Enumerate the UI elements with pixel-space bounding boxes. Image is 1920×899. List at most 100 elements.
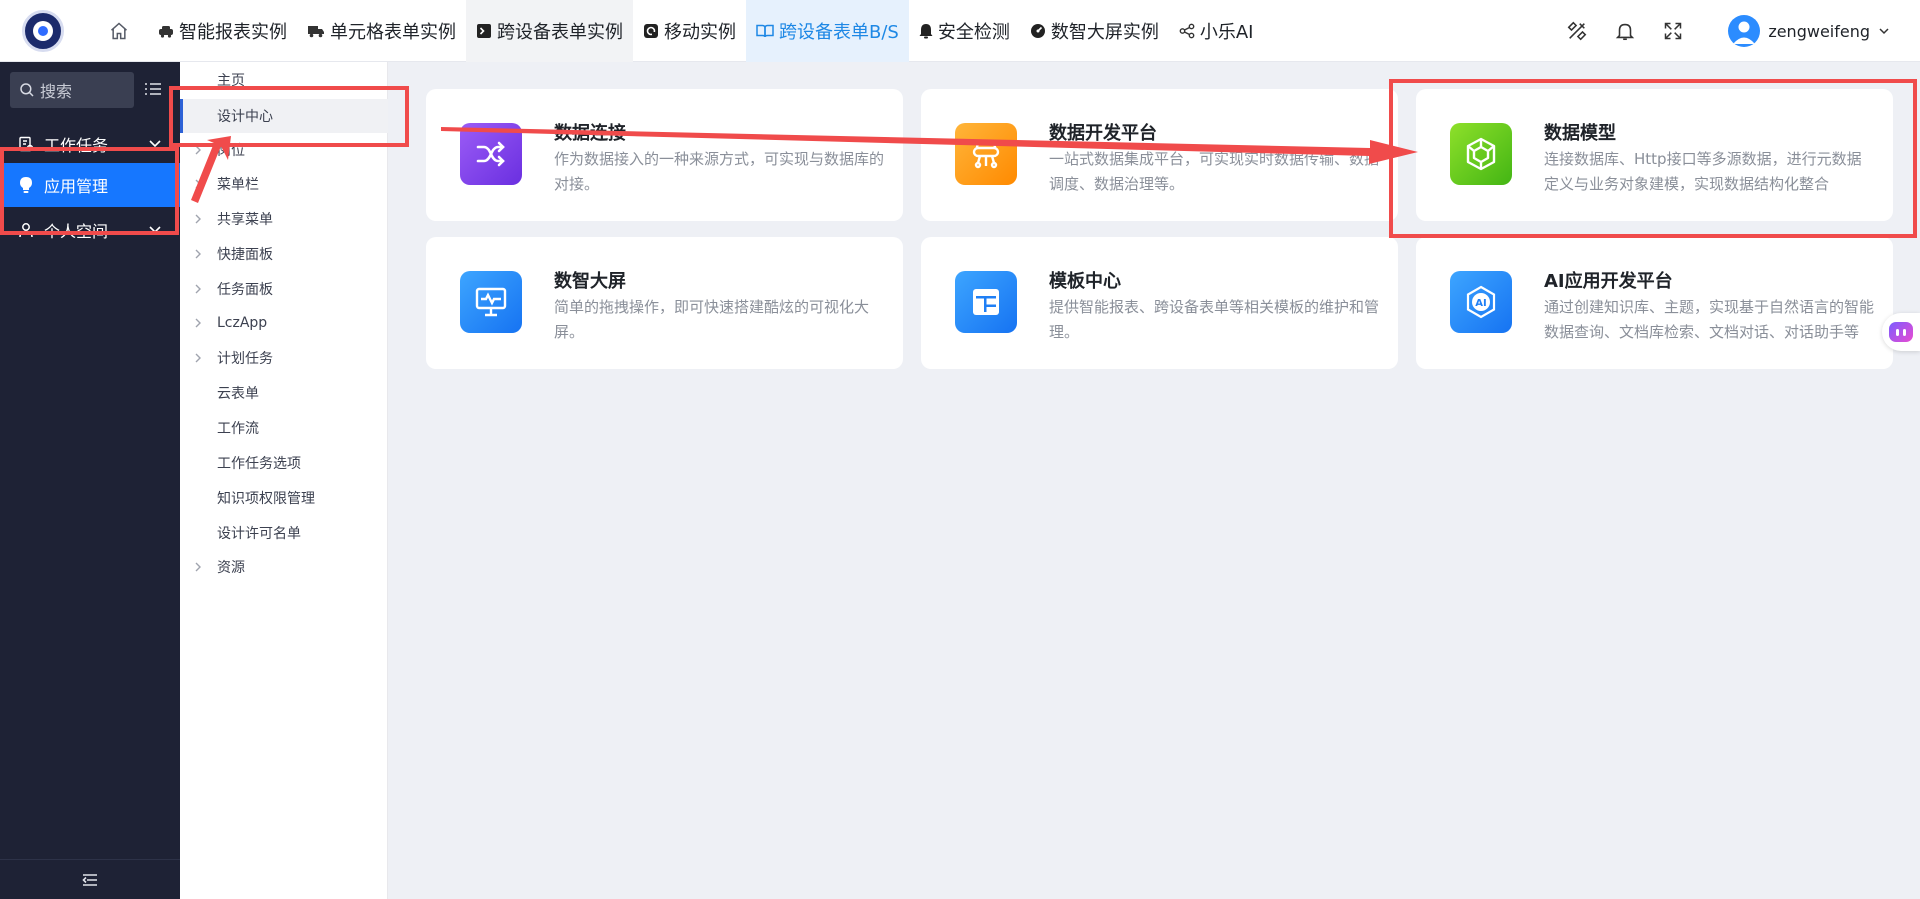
tree-item-quick-panel[interactable]: 快捷面板 bbox=[180, 239, 388, 269]
tree-item-label: 资源 bbox=[217, 560, 245, 576]
card-data-model[interactable]: 数据模型 连接数据库、Http接口等多源数据，进行元数据定义与业务对象建模，实现… bbox=[1416, 89, 1893, 221]
tree-item-resources[interactable]: 资源 bbox=[180, 552, 388, 582]
tree-item-label: LczApp bbox=[217, 315, 268, 331]
tree-item-design-center[interactable]: 设计中心 bbox=[180, 99, 388, 133]
data-dev-icon bbox=[955, 123, 1017, 185]
app-icon bbox=[644, 24, 658, 38]
menu-list-icon[interactable] bbox=[142, 78, 164, 100]
tree-item-label: 工作流 bbox=[217, 421, 259, 437]
nav-cross-device-bs[interactable]: 跨设备表单B/S bbox=[746, 0, 909, 62]
nav-cross-device-form[interactable]: 跨设备表单实例 bbox=[466, 0, 633, 62]
user-name: zengweifeng bbox=[1768, 21, 1870, 41]
dashboard-icon bbox=[1030, 24, 1045, 38]
bell-icon bbox=[919, 24, 933, 39]
chevron-down-icon bbox=[149, 226, 161, 234]
tree-item-knowledge-permission[interactable]: 知识项权限管理 bbox=[180, 483, 388, 513]
card-description: 作为数据接入的一种来源方式，可实现与数据库的对接。 bbox=[554, 150, 884, 193]
tree-item-label: 共享菜单 bbox=[217, 212, 273, 228]
fullscreen-icon[interactable] bbox=[1656, 14, 1690, 48]
tree-item-label: 设计许可名单 bbox=[217, 526, 301, 542]
tree-item-scheduled-task[interactable]: 计划任务 bbox=[180, 343, 388, 373]
chevron-right-icon bbox=[195, 562, 201, 572]
card-title: 数据连接 bbox=[554, 123, 626, 144]
avatar bbox=[1728, 15, 1761, 47]
tree-item-label: 任务面板 bbox=[217, 282, 273, 298]
tree-item-menu-bar[interactable]: 菜单栏 bbox=[180, 169, 388, 199]
header-tools: zengweifeng bbox=[1560, 0, 1920, 62]
card-data-connection[interactable]: 数据连接 作为数据接入的一种来源方式，可实现与数据库的对接。 bbox=[426, 89, 903, 221]
tree-item-cloud-form[interactable]: 云表单 bbox=[180, 378, 388, 408]
sidebar-item-app-management[interactable]: 应用管理 bbox=[0, 163, 180, 207]
chevron-right-icon bbox=[195, 214, 201, 224]
card-description: 提供智能报表、跨设备表单等相关模板的维护和管理。 bbox=[1049, 298, 1379, 341]
tree-item-task-panel[interactable]: 任务面板 bbox=[180, 274, 388, 304]
collapse-sidebar-button[interactable] bbox=[0, 859, 180, 899]
robot-icon bbox=[1889, 322, 1913, 342]
card-big-screen[interactable]: 数智大屏 简单的拖拽操作，即可快速搭建酷炫的可视化大屏。 bbox=[426, 237, 903, 369]
tree-item-shared-menu[interactable]: 共享菜单 bbox=[180, 204, 388, 234]
terminal-icon bbox=[477, 24, 491, 38]
cube-icon bbox=[1450, 123, 1512, 185]
user-menu[interactable]: zengweifeng bbox=[1728, 15, 1890, 47]
search-input[interactable]: 搜索 bbox=[10, 72, 134, 108]
card-template-center[interactable]: 模板中心 提供智能报表、跨设备表单等相关模板的维护和管理。 bbox=[921, 237, 1398, 369]
main-sidebar: 搜索 工作任务 应用管理 个人空间 bbox=[0, 62, 180, 899]
tree-item-label: 云表单 bbox=[217, 386, 259, 402]
sidebar-item-work-tasks[interactable]: 工作任务 bbox=[0, 122, 180, 166]
nav-big-screen[interactable]: 数智大屏实例 bbox=[1020, 0, 1169, 62]
chevron-right-icon bbox=[195, 353, 201, 363]
nav-cell-form[interactable]: 单元格表单实例 bbox=[297, 0, 466, 62]
tree-item-label: 计划任务 bbox=[217, 351, 273, 367]
tree-item-work-task-options[interactable]: 工作任务选项 bbox=[180, 448, 388, 478]
chevron-right-icon bbox=[195, 179, 201, 189]
chevron-right-icon bbox=[195, 145, 201, 155]
chevron-right-icon bbox=[195, 318, 201, 328]
notification-bell-icon[interactable] bbox=[1608, 14, 1642, 48]
ai-assistant-float-button[interactable] bbox=[1882, 313, 1920, 351]
card-description: 连接数据库、Http接口等多源数据，进行元数据定义与业务对象建模，实现数据结构化… bbox=[1544, 150, 1862, 193]
card-title: AI应用开发平台 bbox=[1544, 271, 1673, 292]
tree-item-workflow[interactable]: 工作流 bbox=[180, 413, 388, 443]
search-icon bbox=[20, 83, 34, 97]
svg-text:AI: AI bbox=[1475, 298, 1486, 309]
nav-smart-report[interactable]: 智能报表实例 bbox=[148, 0, 297, 62]
home-icon[interactable] bbox=[104, 16, 134, 46]
chevron-right-icon bbox=[195, 284, 201, 294]
tree-item-label: 快捷面板 bbox=[217, 247, 273, 263]
nav-xiaole-ai[interactable]: 小乐AI bbox=[1169, 0, 1264, 62]
task-icon bbox=[19, 136, 34, 152]
nav-mobile[interactable]: 移动实例 bbox=[633, 0, 746, 62]
app-logo[interactable] bbox=[22, 10, 64, 52]
bulb-icon bbox=[20, 177, 32, 193]
nav-label: 跨设备表单B/S bbox=[779, 22, 899, 43]
card-data-dev-platform[interactable]: 数据开发平台 一站式数据集成平台，可实现实时数据传输、数据调度、数据治理等。 bbox=[921, 89, 1398, 221]
top-header: 智能报表实例 单元格表单实例 跨设备表单实例 移动实例 跨设备表单B/S 安全检… bbox=[0, 0, 1920, 62]
sidebar-item-label: 个人空间 bbox=[44, 222, 109, 241]
card-ai-platform[interactable]: AI AI应用开发平台 通过创建知识库、主题，实现基于自然语言的智能数据查询、文… bbox=[1416, 237, 1893, 369]
sidebar-item-personal-space[interactable]: 个人空间 bbox=[0, 208, 180, 252]
chevron-right-icon bbox=[195, 249, 201, 259]
sidebar-item-label: 工作任务 bbox=[44, 136, 109, 155]
nav-label: 安全检测 bbox=[937, 22, 1010, 43]
card-description: 一站式数据集成平台，可实现实时数据传输、数据调度、数据治理等。 bbox=[1049, 150, 1379, 193]
nav-label: 智能报表实例 bbox=[179, 22, 287, 43]
collapse-icon bbox=[82, 873, 97, 886]
chevron-down-icon bbox=[149, 140, 161, 148]
card-description: 通过创建知识库、主题，实现基于自然语言的智能数据查询、文档库检索、文档对话、对话… bbox=[1544, 298, 1874, 341]
car-icon bbox=[159, 26, 173, 38]
tree-item-design-allowlist[interactable]: 设计许可名单 bbox=[180, 518, 388, 548]
card-title: 数据开发平台 bbox=[1049, 123, 1157, 144]
card-title: 模板中心 bbox=[1049, 271, 1121, 292]
design-tools-icon[interactable] bbox=[1560, 14, 1594, 48]
nav-label: 单元格表单实例 bbox=[330, 22, 456, 43]
nav-label: 小乐AI bbox=[1199, 22, 1254, 43]
nav-label: 数智大屏实例 bbox=[1050, 22, 1159, 43]
tree-item-position[interactable]: 岗位 bbox=[180, 135, 388, 165]
sidebar-item-label: 应用管理 bbox=[44, 177, 109, 196]
nav-security[interactable]: 安全检测 bbox=[909, 0, 1020, 62]
book-icon bbox=[756, 24, 774, 38]
truck-icon bbox=[308, 26, 324, 38]
tree-item-lczapp[interactable]: LczApp bbox=[180, 308, 388, 338]
tree-item-home[interactable]: 主页 bbox=[180, 65, 388, 95]
card-title: 数据模型 bbox=[1544, 123, 1616, 144]
